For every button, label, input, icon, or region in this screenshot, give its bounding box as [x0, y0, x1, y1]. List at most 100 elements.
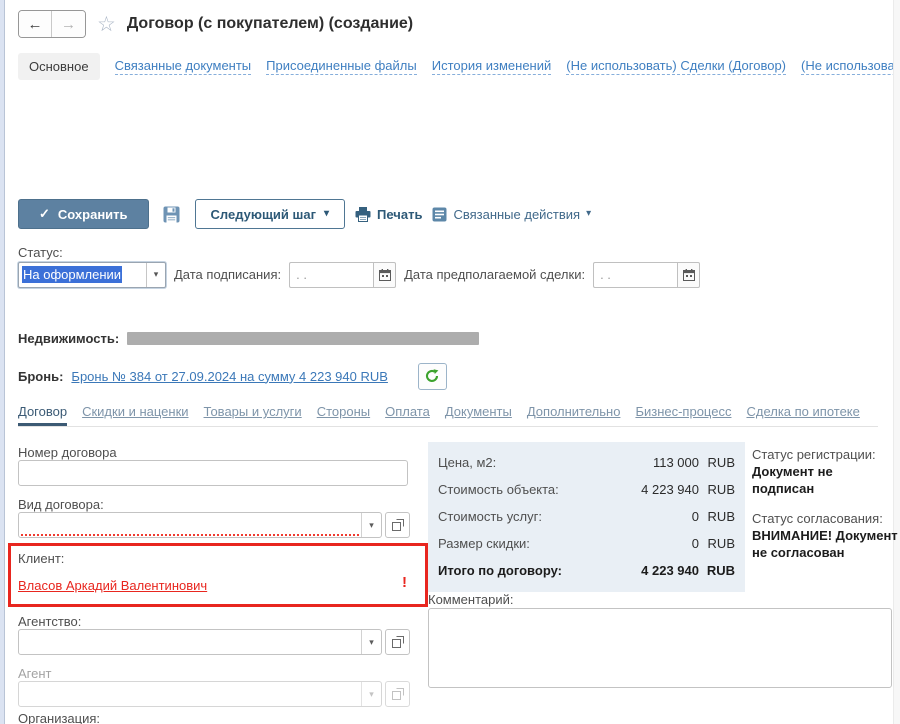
window-edge-strip: [0, 0, 5, 724]
calendar-icon: [379, 269, 391, 281]
agency-input[interactable]: ▾: [18, 629, 382, 655]
tab-main[interactable]: Основное: [18, 53, 100, 80]
contract-type-field: ▾: [18, 512, 410, 538]
signing-date-calendar-button[interactable]: [373, 262, 396, 288]
summary-row: Стоимость услуг: 0 RUB: [438, 503, 735, 530]
summary-row: Стоимость объекта: 4 223 940 RUB: [438, 476, 735, 503]
summary-total-row: Итого по договору: 4 223 940 RUB: [438, 557, 735, 584]
contract-type-input[interactable]: ▾: [18, 512, 382, 538]
chevron-down-icon[interactable]: ▾: [146, 263, 165, 287]
summary-currency: RUB: [699, 482, 735, 497]
back-arrow-icon: ←: [28, 16, 43, 33]
contract-number-input[interactable]: [18, 460, 408, 486]
next-step-button[interactable]: Следующий шаг ▾: [195, 199, 346, 229]
booking-label: Бронь:: [18, 369, 63, 384]
client-link[interactable]: Власов Аркадий Валентинович: [18, 578, 207, 593]
agent-field: ▾: [18, 681, 410, 707]
document-statuses: Статус регистрации: Документ не подписан…: [752, 446, 898, 574]
chevron-down-icon: ▾: [586, 209, 591, 219]
summary-value: 4 223 940: [621, 563, 699, 578]
open-form-icon: [392, 636, 404, 648]
property-row: Недвижимость:: [18, 331, 479, 346]
print-button[interactable]: Печать: [355, 207, 422, 222]
save-button-label: Сохранить: [58, 207, 128, 222]
contract-number-label: Номер договора: [18, 445, 117, 460]
signing-date-input[interactable]: . .: [289, 262, 373, 288]
summary-currency: RUB: [699, 509, 735, 524]
chevron-down-icon[interactable]: ▾: [361, 630, 381, 654]
checkmark-icon: ✓: [39, 206, 50, 222]
expected-deal-date-input[interactable]: . .: [593, 262, 677, 288]
quick-save-button[interactable]: [159, 201, 185, 227]
comment-textarea[interactable]: [428, 608, 892, 688]
related-actions-label: Связанные действия: [453, 207, 580, 222]
printer-icon: [355, 207, 371, 222]
registration-status-value: Документ не подписан: [752, 463, 898, 497]
page-title: Договор (с покупателем) (создание): [127, 15, 413, 33]
agency-open-button[interactable]: [385, 629, 410, 655]
annotation-highlight-box: [8, 543, 428, 607]
summary-row: Цена, м2: 113 000 RUB: [438, 449, 735, 476]
refresh-booking-button[interactable]: [418, 363, 447, 390]
save-button[interactable]: ✓ Сохранить: [18, 199, 149, 229]
client-label: Клиент:: [18, 551, 64, 566]
registration-status-label: Статус регистрации:: [752, 446, 898, 463]
summary-value: 113 000: [621, 455, 699, 470]
summary-currency: RUB: [699, 455, 735, 470]
booking-row: Бронь: Бронь № 384 от 27.09.2024 на сумм…: [18, 362, 447, 390]
date-mask: . .: [600, 267, 611, 282]
summary-label: Стоимость услуг:: [438, 509, 621, 524]
chevron-down-icon[interactable]: ▾: [361, 513, 381, 537]
property-redacted-link[interactable]: [127, 332, 479, 345]
tab-goods-services[interactable]: Товары и услуги: [204, 404, 302, 426]
favorite-star-icon[interactable]: ☆: [97, 14, 116, 35]
related-actions-icon: [432, 207, 447, 222]
chevron-down-icon: ▾: [361, 682, 381, 706]
tab-mortgage-deal[interactable]: Сделка по ипотеке: [746, 404, 859, 426]
tab-attached-files[interactable]: Присоединенные файлы: [266, 58, 417, 75]
tab-payment[interactable]: Оплата: [385, 404, 430, 426]
floppy-disk-icon: [163, 206, 180, 223]
required-exclamation-icon: !: [402, 574, 407, 591]
next-step-label: Следующий шаг: [211, 207, 317, 222]
tab-deals-contract[interactable]: (Не использовать) Сделки (Договор): [566, 58, 786, 75]
summary-row: Размер скидки: 0 RUB: [438, 530, 735, 557]
organization-label: Организация:: [18, 711, 100, 724]
forward-button[interactable]: →: [52, 11, 85, 37]
form-nav-tabs: Основное Связанные документы Присоединен…: [18, 53, 893, 80]
summary-value: 0: [621, 536, 699, 551]
summary-value: 4 223 940: [621, 482, 699, 497]
tab-documents[interactable]: Документы: [445, 404, 512, 426]
vertical-scrollbar[interactable]: [893, 0, 900, 724]
agent-label: Агент: [18, 666, 52, 681]
tab-related-documents[interactable]: Связанные документы: [115, 58, 252, 75]
refresh-icon: [425, 369, 439, 383]
agency-field: ▾: [18, 629, 410, 655]
history-nav-group: ← →: [18, 10, 86, 38]
expected-deal-date-calendar-button[interactable]: [677, 262, 700, 288]
signing-date-group: . .: [289, 262, 396, 288]
contract-type-open-button[interactable]: [385, 512, 410, 538]
booking-link[interactable]: Бронь № 384 от 27.09.2024 на сумму 4 223…: [71, 369, 388, 384]
related-actions-button[interactable]: Связанные действия ▾: [432, 207, 591, 222]
agency-label: Агентство:: [18, 614, 81, 629]
tab-contract[interactable]: Договор: [18, 404, 67, 426]
tab-change-history[interactable]: История изменений: [432, 58, 552, 75]
date-mask: . .: [296, 267, 307, 282]
tab-discounts[interactable]: Скидки и наценки: [82, 404, 188, 426]
status-select[interactable]: На оформлении ▾: [18, 262, 166, 288]
print-label: Печать: [377, 207, 422, 222]
tab-do-not-use[interactable]: (Не использовать): [801, 58, 893, 75]
comment-label: Комментарий:: [428, 592, 514, 607]
tab-additional[interactable]: Дополнительно: [527, 404, 621, 426]
summary-currency: RUB: [699, 563, 735, 578]
price-summary-panel: Цена, м2: 113 000 RUB Стоимость объекта:…: [428, 442, 745, 592]
tab-parties[interactable]: Стороны: [317, 404, 370, 426]
tab-business-process[interactable]: Бизнес-процесс: [635, 404, 731, 426]
back-button[interactable]: ←: [19, 11, 52, 37]
property-label: Недвижимость:: [18, 331, 119, 346]
calendar-icon: [683, 269, 695, 281]
agent-open-button: [385, 681, 410, 707]
open-form-icon: [392, 519, 404, 531]
signing-date-label: Дата подписания:: [174, 267, 281, 282]
